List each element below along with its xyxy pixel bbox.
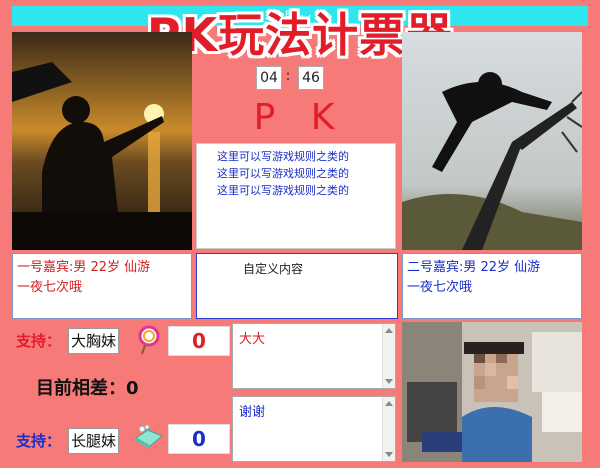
timer-seconds: 46 — [298, 66, 324, 90]
guest2-photo — [402, 32, 582, 250]
chat-box-1[interactable]: 大大 — [232, 323, 396, 389]
guest2-line2: 一夜七次哦 — [407, 280, 473, 295]
support1-label: 支持： — [16, 332, 62, 350]
custom-content-box: 自定义内容 — [196, 253, 398, 319]
guest1-info: 一号嘉宾:男 22岁 仙游 一夜七次哦 — [12, 253, 192, 319]
guest1-photo — [12, 32, 192, 250]
difference-text: 目前相差：0 — [36, 378, 139, 399]
rules-line: 这里可以写游戏规则之类的 — [217, 184, 349, 197]
soap-icon[interactable] — [132, 424, 164, 450]
support1-count: 0 — [168, 326, 230, 356]
rules-line: 这里可以写游戏规则之类的 — [217, 150, 349, 163]
chat-box-2[interactable]: 谢谢 — [232, 396, 396, 462]
support1-name: 大胸妹 — [68, 328, 120, 354]
pk-label: P K — [253, 97, 347, 138]
chat-scrollbar-2[interactable] — [382, 397, 395, 461]
support2-count: 0 — [168, 424, 230, 454]
rules-line: 这里可以写游戏规则之类的 — [217, 167, 349, 180]
chat-text-1: 大大 — [239, 332, 266, 347]
guest1-line2: 一夜七次哦 — [17, 280, 83, 295]
guest2-line1: 二号嘉宾:男 22岁 仙游 — [407, 260, 541, 275]
webcam-feed — [402, 322, 582, 462]
guest2-info: 二号嘉宾:男 22岁 仙游 一夜七次哦 — [402, 253, 582, 319]
support2-label: 支持： — [16, 432, 62, 450]
lollipop-icon[interactable] — [134, 324, 164, 356]
chat-text-2: 谢谢 — [239, 405, 266, 420]
rules-box: 这里可以写游戏规则之类的 这里可以写游戏规则之类的 这里可以写游戏规则之类的 — [196, 143, 396, 249]
timer-minutes: 04 — [256, 66, 282, 90]
chat-scrollbar-1[interactable] — [382, 324, 395, 388]
timer-colon: : — [285, 68, 291, 84]
guest1-line1: 一号嘉宾:男 22岁 仙游 — [17, 260, 151, 275]
support2-name: 长腿妹 — [68, 428, 120, 454]
